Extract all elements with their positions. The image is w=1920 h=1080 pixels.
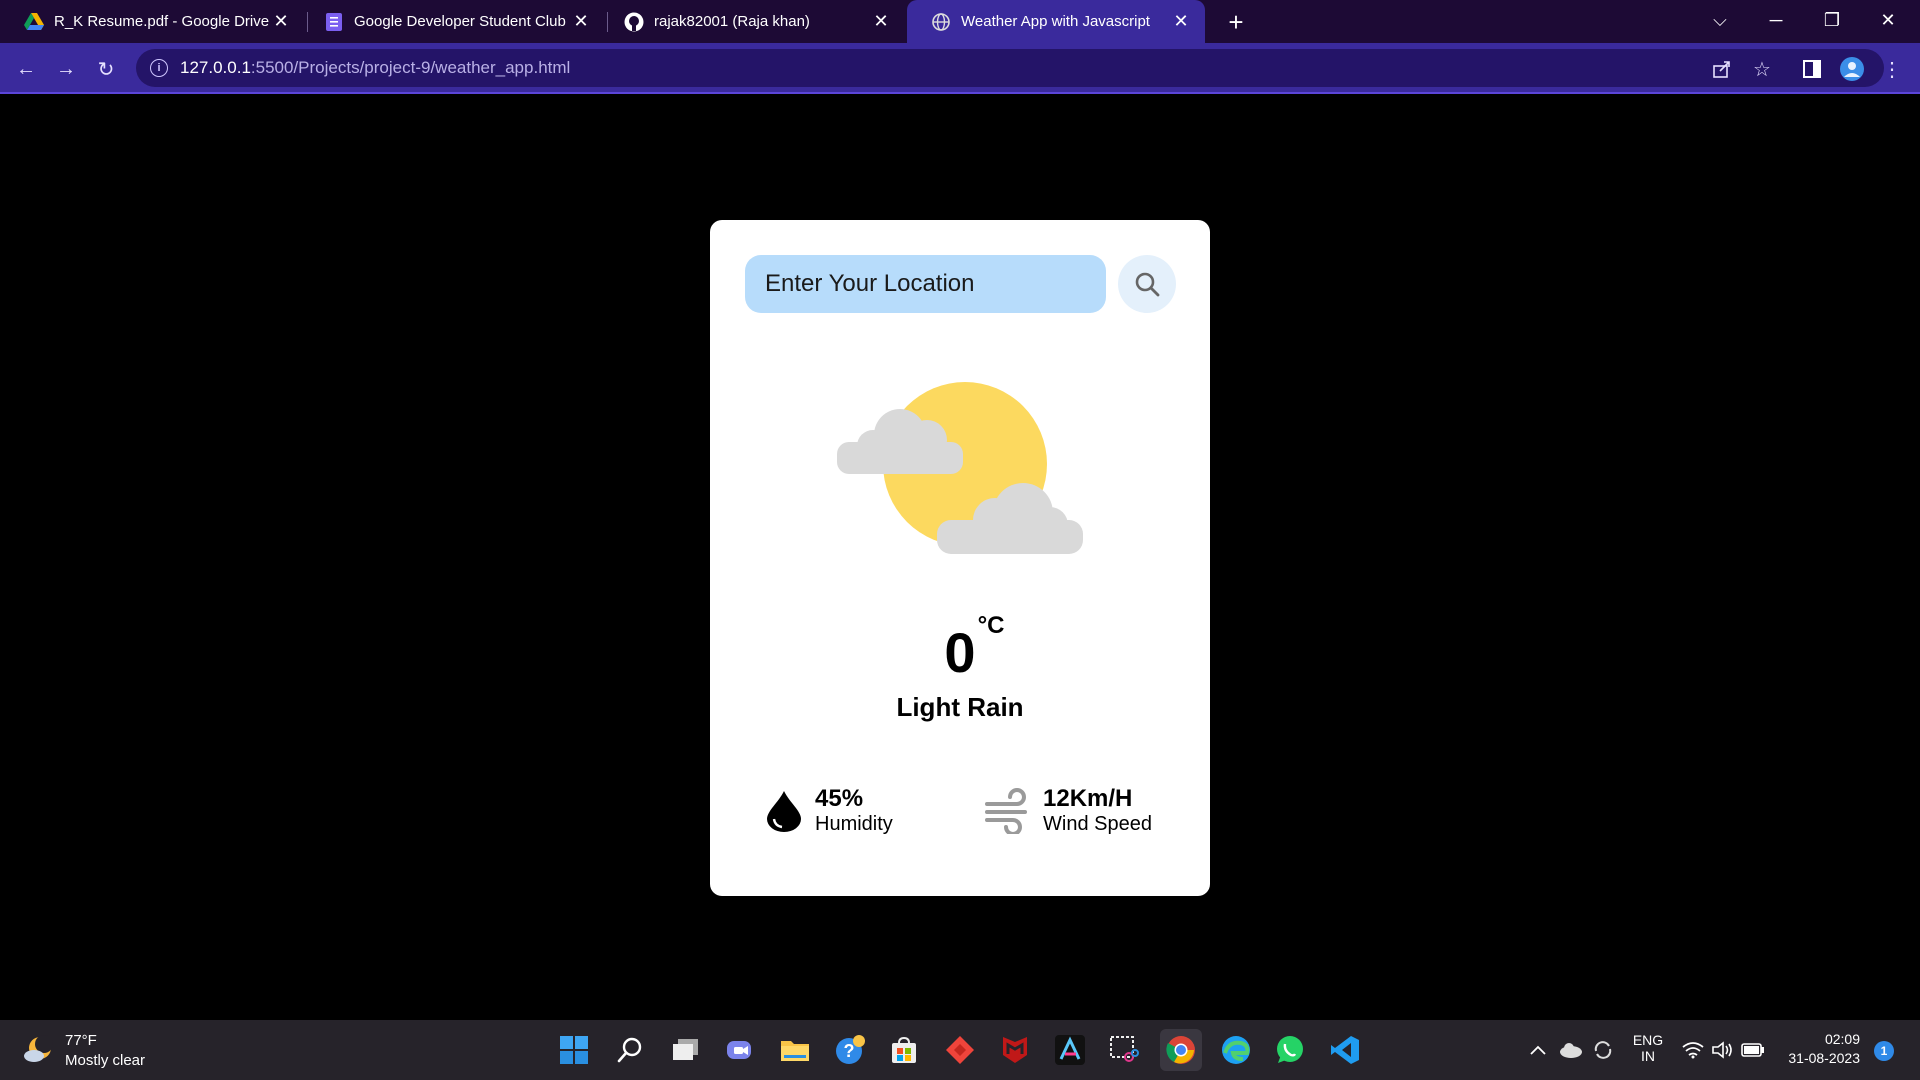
wind-icon xyxy=(985,788,1027,834)
close-icon[interactable]: ✕ xyxy=(869,10,893,34)
wind-speed-value: 12Km/H xyxy=(1043,785,1133,812)
location-search-input[interactable] xyxy=(745,255,1106,313)
humidity-detail: 45% Humidity xyxy=(765,785,893,837)
tab-weather-app[interactable]: Weather App with Javascript ✕ xyxy=(907,0,1205,43)
taskbar-weather-desc[interactable]: Mostly clear xyxy=(65,1052,145,1069)
temperature-display: 0 °C xyxy=(710,612,1210,685)
water-drop-icon xyxy=(767,791,801,832)
url-text[interactable]: 127.0.0.1:5500/Projects/project-9/weathe… xyxy=(180,58,570,78)
sync-icon[interactable] xyxy=(1590,1032,1616,1068)
search-button[interactable] xyxy=(1118,255,1176,313)
tab-title: Google Developer Student Club xyxy=(354,13,566,30)
windows-start-icon[interactable] xyxy=(556,1032,592,1068)
tab-gdsc[interactable]: Google Developer Student Club ✕ xyxy=(300,0,605,43)
side-panel-icon[interactable] xyxy=(1796,53,1828,85)
teams-chat-icon[interactable] xyxy=(722,1032,758,1068)
reload-icon[interactable]: ↻ xyxy=(90,53,122,85)
edge-icon[interactable] xyxy=(1218,1032,1254,1068)
address-bar[interactable]: i 127.0.0.1:5500/Projects/project-9/weat… xyxy=(136,49,1884,87)
onedrive-cloud-icon[interactable] xyxy=(1558,1032,1584,1068)
windows-taskbar: 77°F Mostly clear ? ENG IN 02:09 31-08-2… xyxy=(0,1020,1920,1080)
tab-github[interactable]: rajak82001 (Raja khan) ✕ xyxy=(600,0,905,43)
close-icon[interactable]: ✕ xyxy=(269,10,293,34)
share-icon[interactable] xyxy=(1706,53,1738,85)
search-icon[interactable] xyxy=(612,1032,648,1068)
menu-kebab-icon[interactable]: ⋮ xyxy=(1876,53,1908,85)
show-hidden-icons-chevron-icon[interactable] xyxy=(1526,1032,1550,1068)
close-icon[interactable]: ✕ xyxy=(1169,10,1193,34)
tab-drive[interactable]: R_K Resume.pdf - Google Drive ✕ xyxy=(0,0,305,43)
google-forms-icon xyxy=(324,12,344,32)
vscode-icon[interactable] xyxy=(1327,1032,1363,1068)
browser-toolbar: ← → ↻ i 127.0.0.1:5500/Projects/project-… xyxy=(0,43,1920,94)
minimize-button[interactable]: ─ xyxy=(1748,0,1804,40)
github-icon xyxy=(624,12,644,32)
wifi-icon[interactable] xyxy=(1680,1032,1706,1068)
new-tab-button[interactable]: + xyxy=(1220,6,1252,38)
site-info-icon[interactable]: i xyxy=(150,59,168,77)
partly-cloudy-weather-icon xyxy=(837,382,1083,554)
clock[interactable]: 02:09 31-08-2023 xyxy=(1778,1031,1860,1066)
task-view-icon[interactable] xyxy=(668,1032,704,1068)
profile-avatar[interactable] xyxy=(1836,53,1868,85)
language-indicator[interactable]: ENG IN xyxy=(1630,1032,1666,1064)
tab-strip: R_K Resume.pdf - Google Drive ✕ Google D… xyxy=(0,0,1920,43)
temperature-unit: °C xyxy=(977,612,1005,639)
weather-condition: Light Rain xyxy=(896,692,1024,722)
tab-title: Weather App with Javascript xyxy=(961,13,1150,30)
page-viewport: 0°C Light Rain 45% Humidity 12Km/H Wind … xyxy=(0,96,1920,1020)
get-help-icon[interactable]: ? xyxy=(832,1032,868,1068)
google-drive-icon xyxy=(24,12,44,32)
restore-button[interactable]: ❐ xyxy=(1804,0,1860,40)
back-arrow-icon[interactable]: ← xyxy=(10,53,42,85)
wind-detail: 12Km/H Wind Speed xyxy=(983,785,1152,837)
svg-text:?: ? xyxy=(844,1041,855,1061)
humidity-label: Humidity xyxy=(815,813,893,835)
moon-cloud-weather-icon[interactable] xyxy=(22,1034,54,1066)
tab-title: rajak82001 (Raja khan) xyxy=(654,13,810,30)
notification-badge[interactable]: 1 xyxy=(1874,1041,1894,1061)
globe-icon xyxy=(931,12,951,32)
snipping-tool-icon[interactable] xyxy=(1106,1032,1142,1068)
tab-title: R_K Resume.pdf - Google Drive xyxy=(54,13,269,30)
arc-app-icon[interactable] xyxy=(1052,1032,1088,1068)
anydesk-icon[interactable] xyxy=(942,1032,978,1068)
mcafee-icon[interactable] xyxy=(997,1032,1033,1068)
forward-arrow-icon[interactable]: → xyxy=(50,53,82,85)
taskbar-weather-temp[interactable]: 77°F xyxy=(65,1032,97,1049)
temperature-value: 0 °C xyxy=(944,612,1005,684)
close-icon[interactable]: ✕ xyxy=(569,10,593,34)
search-icon xyxy=(1135,272,1160,297)
tab-search-chevron-icon[interactable]: ⌵ xyxy=(1692,0,1748,40)
file-explorer-icon[interactable] xyxy=(777,1032,813,1068)
humidity-value: 45% xyxy=(815,785,864,812)
microsoft-store-icon[interactable] xyxy=(886,1032,922,1068)
chrome-icon[interactable] xyxy=(1160,1029,1202,1071)
volume-icon[interactable] xyxy=(1710,1032,1736,1068)
wind-speed-label: Wind Speed xyxy=(1043,813,1152,835)
window-close-button[interactable]: ✕ xyxy=(1860,0,1916,40)
whatsapp-icon[interactable] xyxy=(1272,1032,1308,1068)
bookmark-star-icon[interactable]: ☆ xyxy=(1746,53,1778,85)
battery-icon[interactable] xyxy=(1740,1032,1766,1068)
weather-card: 0°C Light Rain 45% Humidity 12Km/H Wind … xyxy=(710,220,1210,896)
